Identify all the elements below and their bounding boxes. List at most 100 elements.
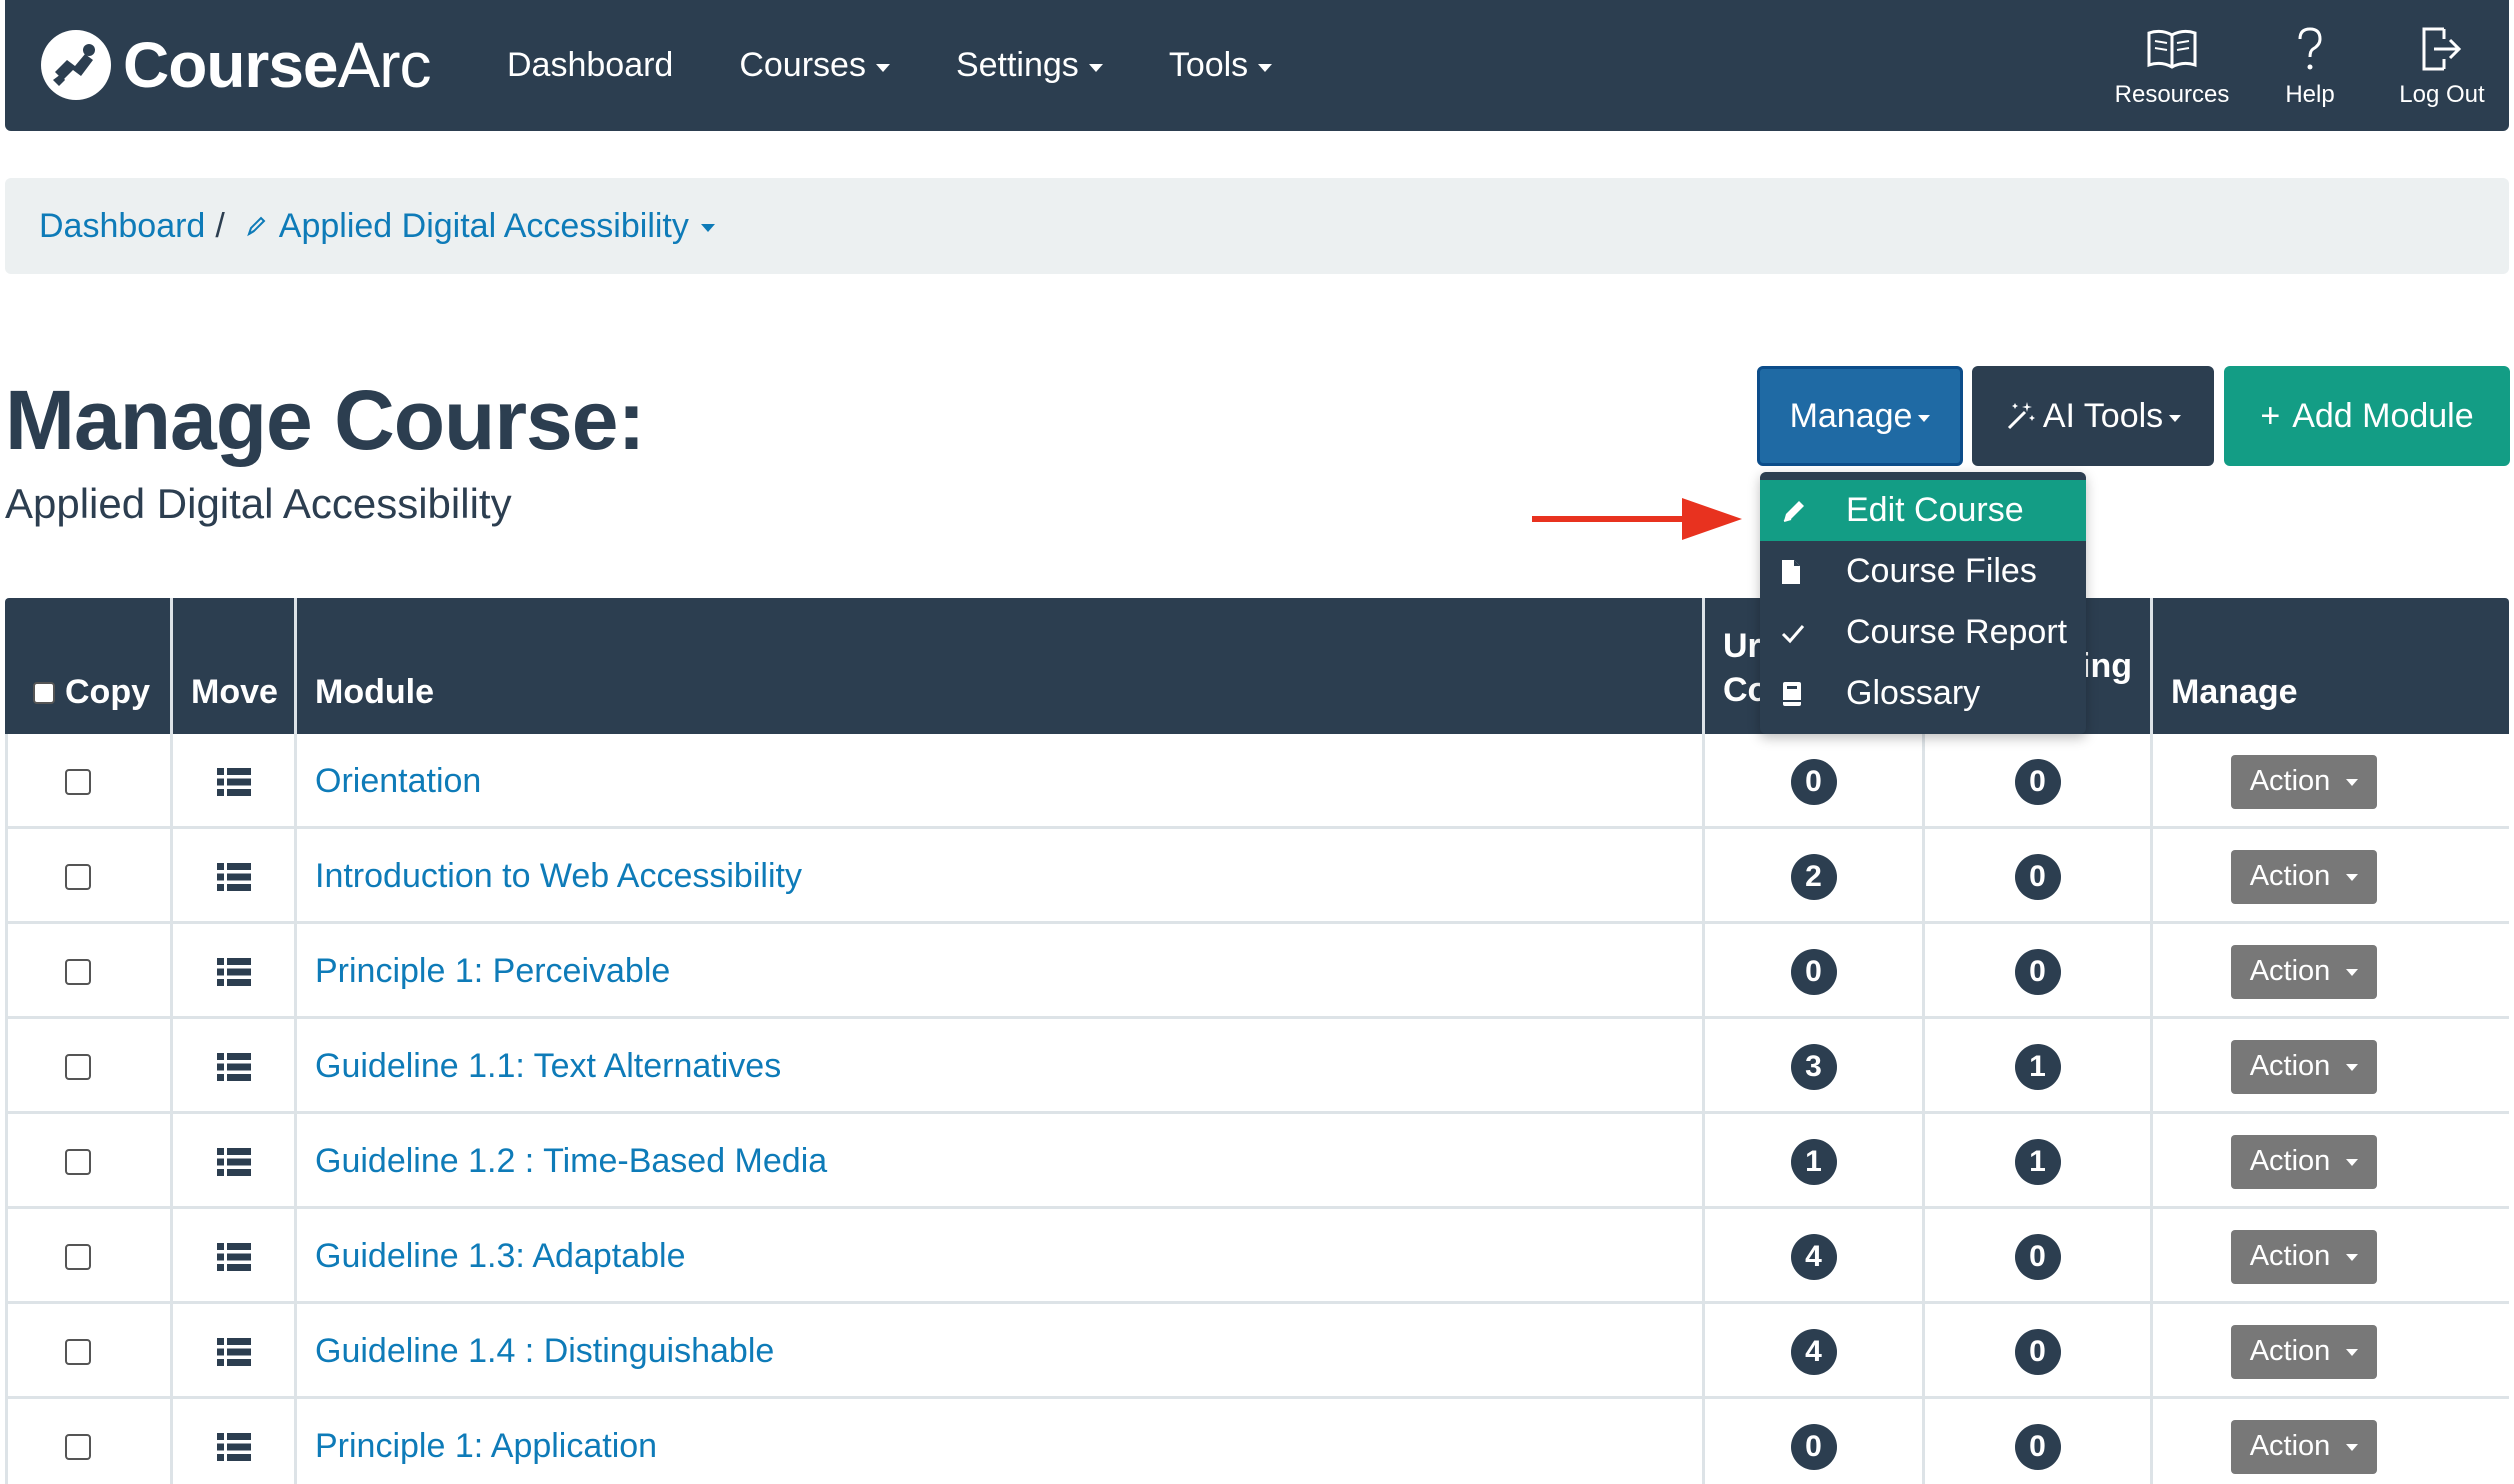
th-module: Module bbox=[297, 598, 1705, 734]
cell-manage: Action bbox=[2153, 1399, 2509, 1484]
red-arrow-annotation bbox=[1532, 498, 1742, 540]
count-badge: 4 bbox=[1790, 1328, 1837, 1375]
action-button[interactable]: Action bbox=[2231, 849, 2377, 904]
table-row: Guideline 1.3: Adaptable 4 0 Action bbox=[5, 1209, 2509, 1304]
cell-count-1: 1 bbox=[1705, 1114, 1925, 1209]
file-icon bbox=[1780, 558, 1820, 586]
cell-count-2: 0 bbox=[1925, 1399, 2153, 1484]
module-link[interactable]: Guideline 1.1: Text Alternatives bbox=[297, 1047, 781, 1086]
breadcrumb-dashboard[interactable]: Dashboard bbox=[39, 207, 205, 246]
cell-count-2: 0 bbox=[1925, 734, 2153, 829]
cell-count-1: 3 bbox=[1705, 1019, 1925, 1114]
nav-help[interactable]: Help bbox=[2245, 0, 2375, 131]
cell-module: Guideline 1.3: Adaptable bbox=[297, 1209, 1705, 1304]
list-drag-icon[interactable] bbox=[216, 1147, 251, 1177]
table-header: Copy Move Module Ur Co ing Manage bbox=[5, 598, 2509, 734]
main-nav: Dashboard Courses Settings Tools bbox=[507, 0, 1273, 131]
cell-count-1: 0 bbox=[1705, 1399, 1925, 1484]
modules-table: Copy Move Module Ur Co ing Manage Orient… bbox=[5, 598, 2509, 1484]
table-row: Guideline 1.2 : Time-Based Media 1 1 Act… bbox=[5, 1114, 2509, 1209]
cell-count-1: 2 bbox=[1705, 829, 1925, 924]
cell-count-2: 0 bbox=[1925, 1304, 2153, 1399]
list-drag-icon[interactable] bbox=[216, 862, 251, 892]
copy-checkbox[interactable] bbox=[65, 1338, 91, 1365]
action-button[interactable]: Action bbox=[2231, 1134, 2377, 1189]
chevron-down-icon bbox=[2346, 874, 2359, 881]
module-link[interactable]: Principle 1: Perceivable bbox=[297, 952, 670, 991]
count-badge: 0 bbox=[2014, 1233, 2061, 1280]
copy-checkbox[interactable] bbox=[65, 863, 91, 890]
menu-item-glossary[interactable]: Glossary bbox=[1760, 663, 2086, 724]
action-button[interactable]: Action bbox=[2231, 754, 2377, 809]
cell-copy bbox=[5, 924, 173, 1019]
copy-checkbox[interactable] bbox=[65, 1243, 91, 1270]
chevron-down-icon bbox=[2346, 779, 2359, 786]
count-badge: 3 bbox=[1790, 1043, 1837, 1090]
action-button[interactable]: Action bbox=[2231, 1039, 2377, 1094]
copy-checkbox[interactable] bbox=[65, 1053, 91, 1080]
action-button[interactable]: Action bbox=[2231, 944, 2377, 999]
logo-text: CourseArc bbox=[123, 29, 432, 101]
plus-icon: + bbox=[2260, 396, 2281, 435]
table-row: Principle 1: Perceivable 0 0 Action bbox=[5, 924, 2509, 1019]
top-navbar: CourseArc Dashboard Courses Settings Too… bbox=[5, 0, 2509, 131]
module-link[interactable]: Orientation bbox=[297, 762, 481, 801]
count-badge: 0 bbox=[2014, 1328, 2061, 1375]
menu-item-course-files[interactable]: Course Files bbox=[1760, 541, 2086, 602]
menu-item-edit-course[interactable]: Edit Course bbox=[1760, 480, 2086, 541]
module-link[interactable]: Introduction to Web Accessibility bbox=[297, 857, 802, 896]
list-drag-icon[interactable] bbox=[216, 1242, 251, 1272]
action-button[interactable]: Action bbox=[2231, 1324, 2377, 1379]
chevron-down-icon bbox=[1918, 414, 1931, 422]
cell-copy bbox=[5, 1114, 173, 1209]
question-icon bbox=[2295, 23, 2325, 75]
nav-courses[interactable]: Courses bbox=[739, 46, 890, 85]
copy-checkbox[interactable] bbox=[65, 958, 91, 985]
cell-count-1: 4 bbox=[1705, 1209, 1925, 1304]
copy-checkbox[interactable] bbox=[65, 1433, 91, 1460]
nav-settings[interactable]: Settings bbox=[956, 46, 1103, 85]
cell-move bbox=[173, 829, 297, 924]
menu-item-course-report[interactable]: Course Report bbox=[1760, 602, 2086, 663]
nav-dashboard[interactable]: Dashboard bbox=[507, 46, 673, 85]
action-button[interactable]: Action bbox=[2231, 1419, 2377, 1474]
ai-tools-button[interactable]: AI Tools bbox=[1972, 366, 2214, 466]
module-link[interactable]: Guideline 1.2 : Time-Based Media bbox=[297, 1142, 827, 1181]
count-badge: 1 bbox=[2014, 1138, 2061, 1185]
cell-count-2: 1 bbox=[1925, 1019, 2153, 1114]
module-link[interactable]: Guideline 1.4 : Distinguishable bbox=[297, 1332, 774, 1371]
table-row: Guideline 1.4 : Distinguishable 4 0 Acti… bbox=[5, 1304, 2509, 1399]
add-module-button[interactable]: + Add Module bbox=[2224, 366, 2510, 466]
chevron-down-icon bbox=[2346, 969, 2359, 976]
module-link[interactable]: Principle 1: Application bbox=[297, 1427, 657, 1466]
module-link[interactable]: Guideline 1.3: Adaptable bbox=[297, 1237, 686, 1276]
count-badge: 0 bbox=[2014, 948, 2061, 995]
select-all-checkbox[interactable] bbox=[33, 682, 55, 704]
nav-resources[interactable]: Resources bbox=[2099, 0, 2245, 131]
list-drag-icon[interactable] bbox=[216, 767, 251, 797]
cell-count-2: 1 bbox=[1925, 1114, 2153, 1209]
page-title: Manage Course: bbox=[5, 373, 645, 467]
chevron-down-icon bbox=[2346, 1444, 2359, 1451]
list-drag-icon[interactable] bbox=[216, 1052, 251, 1082]
chevron-down-icon bbox=[2169, 414, 2182, 422]
copy-checkbox[interactable] bbox=[65, 1148, 91, 1175]
nav-tools[interactable]: Tools bbox=[1169, 46, 1273, 85]
breadcrumb-course[interactable]: Applied Digital Accessibility bbox=[245, 207, 715, 246]
chevron-down-icon bbox=[700, 224, 715, 232]
action-button[interactable]: Action bbox=[2231, 1229, 2377, 1284]
logo-mark-icon bbox=[41, 30, 111, 100]
list-drag-icon[interactable] bbox=[216, 957, 251, 987]
copy-checkbox[interactable] bbox=[65, 768, 91, 795]
manage-button[interactable]: Manage bbox=[1757, 366, 1963, 466]
nav-logout[interactable]: Log Out bbox=[2375, 0, 2509, 131]
book-icon bbox=[1780, 680, 1820, 708]
cell-copy bbox=[5, 1209, 173, 1304]
coursearc-logo[interactable]: CourseArc bbox=[41, 28, 432, 102]
cell-module: Orientation bbox=[297, 734, 1705, 829]
list-drag-icon[interactable] bbox=[216, 1432, 251, 1462]
cell-manage: Action bbox=[2153, 1304, 2509, 1399]
list-drag-icon[interactable] bbox=[216, 1337, 251, 1367]
magic-wand-icon bbox=[2007, 402, 2035, 430]
book-icon bbox=[2145, 23, 2199, 75]
